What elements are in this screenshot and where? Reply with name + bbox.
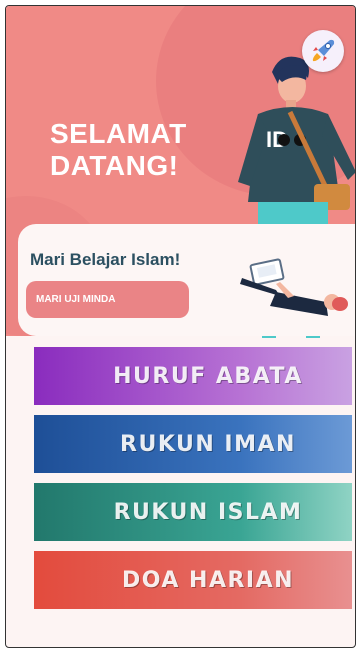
app-frame: SELAMAT DATANG! ID Mari Belajar Islam! M… <box>5 5 356 648</box>
rocket-button[interactable] <box>302 30 344 72</box>
quiz-button[interactable]: MARI UJI MINDA <box>26 281 189 318</box>
reader-illustration <box>240 258 348 316</box>
welcome-title: SELAMAT DATANG! <box>50 118 187 182</box>
rocket-icon <box>312 39 335 62</box>
menu-button-doa-harian[interactable]: DOA HARIAN <box>34 551 352 609</box>
welcome-line-2: DATANG! <box>50 150 179 181</box>
menu-button-huruf-abata[interactable]: HURUF ABATA <box>34 347 352 405</box>
menu-button-rukun-islam[interactable]: RUKUN ISLAM <box>34 483 352 541</box>
menu-label: RUKUN IMAN <box>120 431 296 457</box>
menu-label: HURUF ABATA <box>113 363 303 389</box>
menu-label: RUKUN ISLAM <box>113 499 303 525</box>
card-title: Mari Belajar Islam! <box>30 250 181 269</box>
welcome-line-1: SELAMAT <box>50 118 187 149</box>
menu-label: DOA HARIAN <box>121 567 295 593</box>
menu-button-rukun-iman[interactable]: RUKUN IMAN <box>34 415 352 473</box>
